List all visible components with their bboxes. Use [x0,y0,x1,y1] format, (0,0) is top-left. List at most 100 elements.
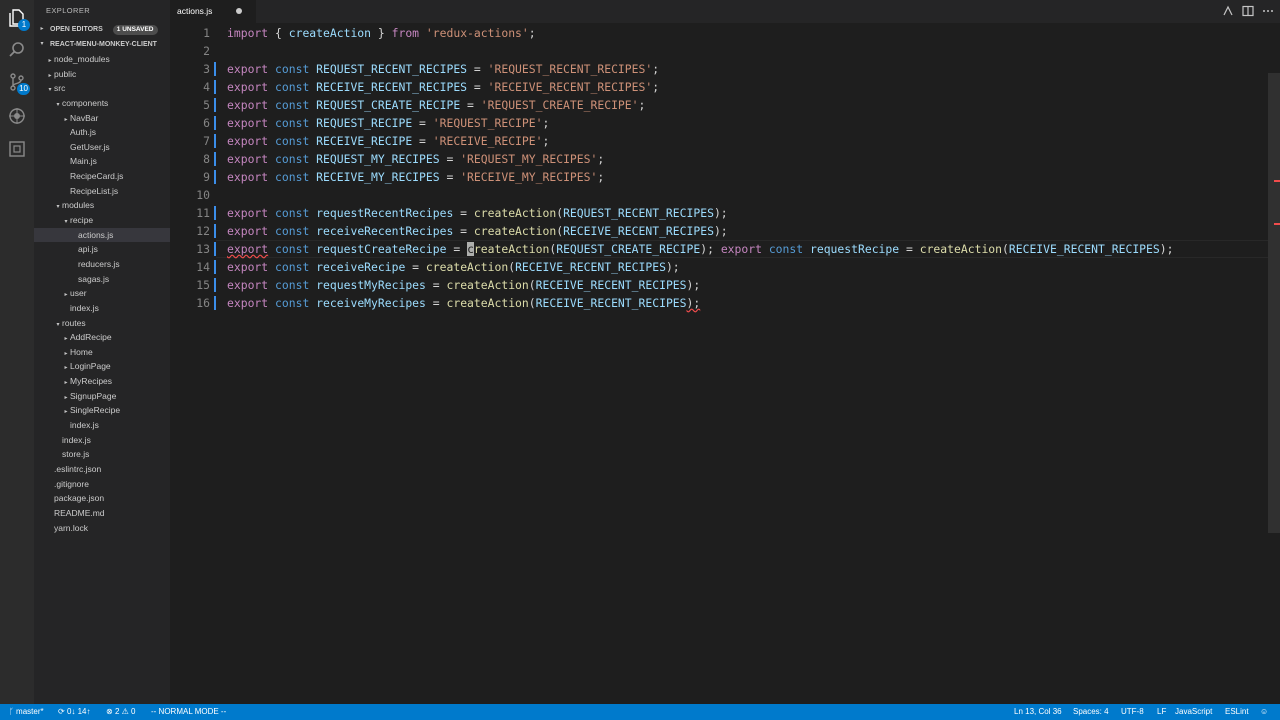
code-line[interactable]: 12 export const receiveRecentRecipes = cr… [170,222,1268,240]
scm-badge: 10 [17,83,30,95]
code-line[interactable]: 14 export const receiveRecipe = createAct… [170,258,1268,276]
code-token: export [227,152,269,166]
code-line[interactable]: 5 export const REQUEST_CREATE_RECIPE = 'R… [170,96,1268,114]
editor-scrollbar[interactable] [1268,23,1280,704]
tree-item[interactable]: api.js [34,242,170,257]
encoding[interactable]: UTF-8 [1121,704,1144,720]
tree-item[interactable]: reducers.js [34,257,170,272]
split-editor-icon[interactable] [1242,4,1254,17]
tree-item[interactable]: ▸ LoginPage [34,359,170,374]
file-tree: ▸ node_modules ▸ public ▾ src ▾ components ▸ NavB… [34,52,170,535]
tree-item[interactable]: ▸ NavBar [34,111,170,126]
line-number: 2 [203,44,210,58]
source-control-icon[interactable]: 10 [7,72,30,95]
search-icon[interactable] [7,40,27,60]
tree-item-label: SingleRecipe [70,405,121,416]
code-token: = [412,116,433,130]
extensions-icon[interactable] [7,139,27,159]
code-line[interactable]: 8 export const REQUEST_MY_RECIPES = 'REQU… [170,150,1268,168]
code-token: receiveRecipe [316,260,406,274]
error-marker [1274,223,1280,225]
code-line[interactable]: 16 export const receiveMyRecipes = create… [170,294,1268,312]
tab-actions-js[interactable]: actions.js [170,0,256,23]
tree-item[interactable]: ▸ MyRecipes [34,374,170,389]
tree-item[interactable]: index.js [34,418,170,433]
tree-item[interactable]: ▸ user [34,286,170,301]
error-icon: ⊗ [106,707,115,716]
indentation[interactable]: Spaces: 4 [1073,704,1109,720]
git-change-marker [214,62,216,76]
tree-item[interactable]: ▸ SingleRecipe [34,403,170,418]
cursor-position[interactable]: Ln 13, Col 36 [1014,704,1062,720]
tree-item[interactable]: RecipeCard.js [34,169,170,184]
code-line[interactable]: 9 export const RECEIVE_MY_RECIPES = 'RECE… [170,168,1268,186]
tree-item[interactable]: .eslintrc.json [34,462,170,477]
code-line[interactable]: 10 [170,186,1268,204]
code-line[interactable]: 11 export const requestRecentRecipes = cr… [170,204,1268,222]
tree-item[interactable]: ▸ node_modules [34,52,170,67]
language-mode[interactable]: JavaScript [1175,704,1212,720]
tree-item[interactable]: ▸ AddRecipe [34,330,170,345]
tree-item[interactable]: RecipeList.js [34,184,170,199]
smiley-icon[interactable]: ☺ [1260,704,1268,720]
code-token: export [227,134,269,148]
code-line[interactable]: 2 [170,42,1268,60]
tree-item[interactable]: store.js [34,447,170,462]
problems-indicator[interactable]: ⊗ 2 ⚠ 0 [106,704,135,720]
branch-indicator[interactable]: ᚴ master* [9,704,44,720]
more-actions-icon[interactable] [1262,4,1274,16]
end-of-line[interactable]: LF [1157,704,1166,720]
code-token: ; [638,98,646,112]
code-token: REQUEST_RECENT_RECIPES [563,206,714,220]
tree-item[interactable]: ▾ routes [34,316,170,331]
tree-item[interactable]: ▾ modules [34,198,170,213]
code-line[interactable]: 3 export const REQUEST_RECENT_RECIPES = '… [170,60,1268,78]
tree-item[interactable]: ▾ recipe [34,213,170,228]
tree-item[interactable]: index.js [34,433,170,448]
explorer-badge: 1 [18,19,30,31]
tree-item[interactable]: actions.js [34,227,170,243]
tree-item[interactable]: package.json [34,491,170,506]
tree-item[interactable]: .gitignore [34,477,170,492]
branch-name: master* [16,707,44,716]
code-line[interactable]: 13 export const requestCreateRecipe = cre… [170,240,1268,258]
code-editor[interactable]: 1 import { createAction } from 'redux-act… [170,23,1268,704]
code-token: from [391,26,420,40]
files-icon[interactable]: 1 [7,8,30,31]
git-change-marker [214,152,216,166]
tree-item[interactable]: GetUser.js [34,140,170,155]
line-number: 16 [196,296,210,310]
code-token: export [227,206,269,220]
tree-item[interactable]: ▸ public [34,67,170,82]
code-line[interactable]: 15 export const requestMyRecipes = create… [170,276,1268,294]
sync-indicator[interactable]: ⟳ 0↓ 14↑ [58,704,91,720]
debug-icon[interactable] [7,106,27,126]
tree-item-label: NavBar [70,112,99,123]
unsaved-dot-icon[interactable] [236,8,242,14]
tree-item[interactable]: ▾ components [34,96,170,111]
code-line[interactable]: 1 import { createAction } from 'redux-act… [170,24,1268,42]
tree-item[interactable]: ▸ Home [34,345,170,360]
code-token: export [227,170,269,184]
project-header[interactable]: ▾ REACT-MENU-MONKEY-CLIENT [34,37,170,52]
linter-status[interactable]: ESLint [1225,704,1249,720]
tree-item[interactable]: ▸ SignupPage [34,389,170,404]
code-line[interactable]: 6 export const REQUEST_RECIPE = 'REQUEST_… [170,114,1268,132]
open-editors-header[interactable]: ▸ OPEN EDITORS 1 UNSAVED [34,22,170,37]
tree-item[interactable]: Main.js [34,154,170,169]
tree-item[interactable]: index.js [34,301,170,316]
tree-item[interactable]: sagas.js [34,272,170,287]
tree-item[interactable]: yarn.lock [34,521,170,536]
code-text: export const RECEIVE_RECIPE = 'RECEIVE_R… [227,132,549,150]
code-token: export [227,224,269,238]
tree-item[interactable]: README.md [34,506,170,521]
scrollbar-thumb[interactable] [1268,73,1280,533]
tree-item[interactable]: Auth.js [34,125,170,140]
tree-item[interactable]: ▾ src [34,81,170,96]
tree-item-label: reducers.js [78,258,120,269]
open-changes-icon[interactable] [1222,4,1234,16]
code-line[interactable]: 4 export const RECEIVE_RECENT_RECIPES = '… [170,78,1268,96]
code-line[interactable]: 7 export const RECEIVE_RECIPE = 'RECEIVE_… [170,132,1268,150]
